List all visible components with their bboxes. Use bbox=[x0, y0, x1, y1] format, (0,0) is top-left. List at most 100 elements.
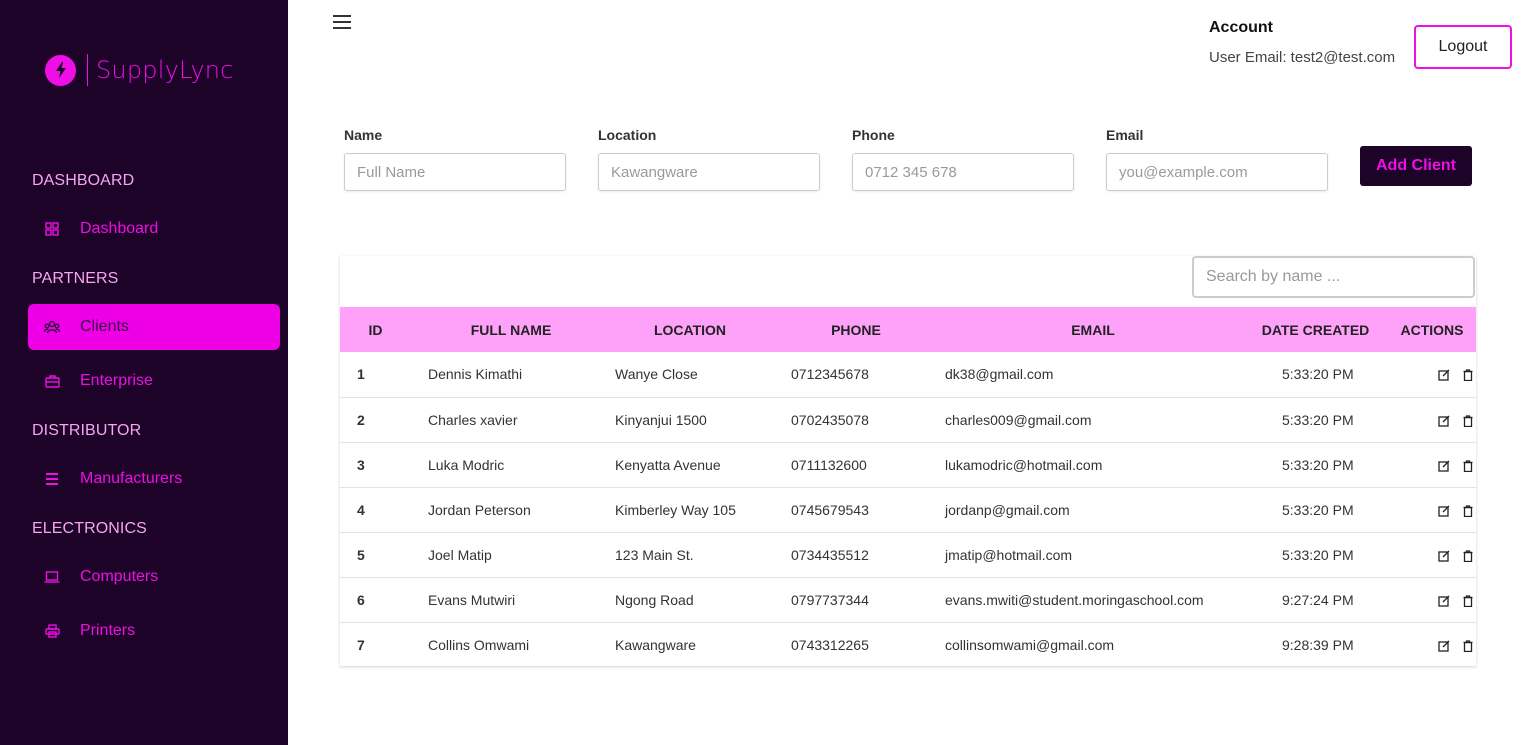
trash-icon[interactable] bbox=[1462, 414, 1474, 427]
location-input[interactable] bbox=[598, 153, 820, 191]
cell-phone: 0711132600 bbox=[791, 456, 867, 473]
column-header-id: ID bbox=[368, 321, 383, 338]
brand[interactable]: SupplyLync bbox=[45, 54, 234, 86]
email-field-group: Email bbox=[1106, 127, 1328, 191]
sidebar-item-manufacturers[interactable]: Manufacturers bbox=[28, 456, 280, 502]
section-title-partners: PARTNERS bbox=[32, 270, 119, 287]
logout-button[interactable]: Logout bbox=[1414, 25, 1512, 69]
edit-icon[interactable] bbox=[1438, 639, 1450, 652]
cell-date-created: 5:33:20 PM bbox=[1282, 501, 1354, 518]
edit-icon[interactable] bbox=[1438, 414, 1450, 427]
table-row: 5 Joel Matip 123 Main St. 0734435512 jmatip@… bbox=[340, 532, 1476, 577]
cell-actions bbox=[1388, 397, 1476, 442]
cell-email: evans.mwiti@student.moringaschool.com bbox=[945, 591, 1204, 608]
sidebar-item-label: Printers bbox=[80, 622, 136, 639]
column-header-full-name: FULL NAME bbox=[470, 321, 552, 338]
cell-full-name: Jordan Peterson bbox=[428, 501, 531, 518]
cell-phone: 0702435078 bbox=[791, 411, 869, 428]
table-row: 4 Jordan Peterson Kimberley Way 105 0745679… bbox=[340, 487, 1476, 532]
cell-date-created: 9:28:39 PM bbox=[1282, 636, 1354, 653]
cell-actions bbox=[1388, 487, 1476, 532]
sidebar-item-clients[interactable]: Clients bbox=[28, 304, 280, 350]
phone-input[interactable] bbox=[852, 153, 1074, 191]
brand-name: SupplyLync bbox=[96, 56, 234, 84]
trash-icon[interactable] bbox=[1462, 639, 1474, 652]
search-input[interactable] bbox=[1192, 256, 1475, 298]
cell-email: lukamodric@hotmail.com bbox=[945, 456, 1103, 473]
cell-id: 2 bbox=[357, 411, 365, 428]
cell-location: 123 Main St. bbox=[615, 546, 694, 563]
edit-icon[interactable] bbox=[1438, 549, 1450, 562]
cell-phone: 0712345678 bbox=[791, 366, 869, 383]
cell-location: Kawangware bbox=[615, 636, 696, 653]
add-client-button[interactable]: Add Client bbox=[1360, 146, 1472, 186]
list-icon bbox=[44, 471, 60, 487]
trash-icon[interactable] bbox=[1462, 594, 1474, 607]
edit-icon[interactable] bbox=[1438, 368, 1450, 381]
email-label: Email bbox=[1106, 127, 1144, 143]
cell-actions bbox=[1388, 352, 1476, 397]
trash-icon[interactable] bbox=[1462, 459, 1474, 472]
location-field-group: Location bbox=[598, 127, 820, 191]
cell-date-created: 5:33:20 PM bbox=[1282, 546, 1354, 563]
email-input[interactable] bbox=[1106, 153, 1328, 191]
cell-full-name: Dennis Kimathi bbox=[428, 366, 523, 383]
cell-phone: 0743312265 bbox=[791, 636, 869, 653]
column-header-location: LOCATION bbox=[653, 321, 727, 338]
cell-actions bbox=[1388, 442, 1476, 487]
sidebar-item-dashboard[interactable]: Dashboard bbox=[28, 206, 280, 252]
edit-icon[interactable] bbox=[1438, 594, 1450, 607]
clients-icon bbox=[44, 319, 60, 335]
cell-full-name: Collins Omwami bbox=[428, 636, 530, 653]
dashboard-icon bbox=[44, 221, 60, 237]
section-title-distributor: DISTRIBUTOR bbox=[32, 422, 142, 439]
cell-id: 6 bbox=[357, 591, 365, 608]
name-input[interactable] bbox=[344, 153, 566, 191]
cell-location: Kenyatta Avenue bbox=[615, 456, 721, 473]
sidebar-item-label: Manufacturers bbox=[80, 470, 183, 487]
column-header-actions: ACTIONS bbox=[1400, 321, 1464, 338]
menu-toggle-icon[interactable] bbox=[333, 15, 351, 31]
sidebar-item-enterprise[interactable]: Enterprise bbox=[28, 358, 280, 404]
trash-icon[interactable] bbox=[1462, 368, 1474, 382]
location-label: Location bbox=[598, 127, 657, 143]
sidebar-item-label: Dashboard bbox=[80, 220, 159, 237]
cell-id: 1 bbox=[357, 366, 365, 383]
cell-phone: 0745679543 bbox=[791, 501, 869, 518]
sidebar-item-computers[interactable]: Computers bbox=[28, 554, 280, 600]
table-row: 6 Evans Mutwiri Ngong Road 0797737344 evans.… bbox=[340, 577, 1476, 622]
cell-location: Kimberley Way 105 bbox=[615, 501, 736, 518]
trash-icon[interactable] bbox=[1462, 504, 1474, 517]
briefcase-icon bbox=[44, 373, 60, 389]
section-title-dashboard: DASHBOARD bbox=[32, 172, 135, 189]
cell-id: 7 bbox=[357, 636, 365, 653]
table-header-row: ID FULL NAME LOCATION PHONE EMAIL DATE C… bbox=[340, 307, 1476, 352]
cell-email: collinsomwami@gmail.com bbox=[945, 636, 1115, 653]
cell-date-created: 5:33:20 PM bbox=[1282, 411, 1354, 428]
cell-email: dk38@gmail.com bbox=[945, 366, 1054, 383]
cell-full-name: Charles xavier bbox=[428, 411, 518, 428]
section-title-electronics: ELECTRONICS bbox=[32, 520, 147, 537]
account-title: Account bbox=[1209, 19, 1273, 36]
sidebar: SupplyLync DASHBOARD Dashboard PARTNERS … bbox=[0, 0, 288, 745]
account-email: User Email: test2@test.com bbox=[1209, 49, 1396, 66]
clients-table-card: ID FULL NAME LOCATION PHONE EMAIL DATE C… bbox=[340, 256, 1476, 666]
cell-full-name: Luka Modric bbox=[428, 456, 505, 473]
printer-icon bbox=[44, 623, 60, 639]
name-field-group: Name bbox=[344, 127, 566, 191]
edit-icon[interactable] bbox=[1438, 459, 1450, 472]
cell-full-name: Joel Matip bbox=[428, 546, 492, 563]
edit-icon[interactable] bbox=[1438, 504, 1450, 517]
table-row: 1 Dennis Kimathi Wanye Close 0712345678 dk38… bbox=[340, 352, 1476, 397]
cell-location: Ngong Road bbox=[615, 591, 694, 608]
column-header-phone: PHONE bbox=[831, 321, 881, 338]
cell-location: Wanye Close bbox=[615, 366, 698, 383]
sidebar-item-label: Clients bbox=[80, 318, 129, 335]
trash-icon[interactable] bbox=[1462, 549, 1474, 562]
sidebar-item-printers[interactable]: Printers bbox=[28, 608, 280, 654]
cell-date-created: 5:33:20 PM bbox=[1282, 366, 1354, 383]
phone-label: Phone bbox=[852, 127, 895, 143]
cell-phone: 0734435512 bbox=[791, 546, 869, 563]
cell-id: 4 bbox=[357, 501, 365, 518]
cell-email: jordanp@gmail.com bbox=[945, 501, 1070, 518]
